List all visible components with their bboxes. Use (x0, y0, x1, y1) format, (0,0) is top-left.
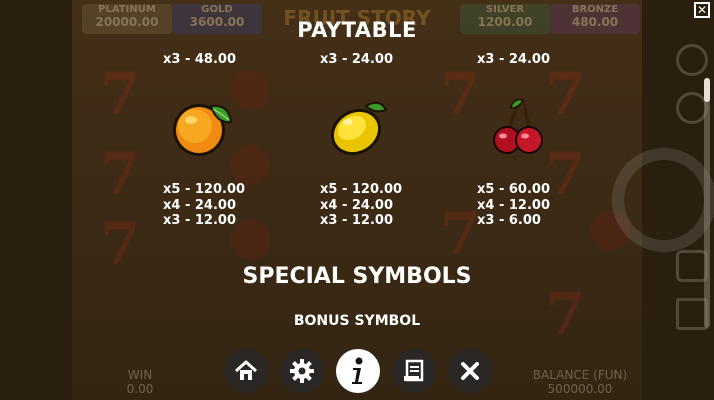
top-payout: x3 - 24.00 (320, 52, 393, 67)
bonus-symbol-label: BONUS SYMBOL (293, 313, 421, 329)
lemon-icon (326, 92, 396, 162)
payout-list: x5 - 120.00 x4 - 24.00 x3 - 12.00 (163, 182, 246, 228)
orange-icon (167, 92, 237, 162)
cherry-icon (483, 92, 553, 162)
payout-list: x5 - 120.00 x4 - 24.00 x3 - 12.00 (320, 182, 403, 228)
paytable-title: PAYTABLE (297, 18, 417, 42)
paytable-overlay: ✕ PAYTABLE x3 - 48.00 x5 - 120.00 x4 - 2… (0, 0, 714, 400)
close-icon (461, 362, 479, 380)
info-button[interactable] (336, 349, 380, 393)
payout-list: x5 - 60.00 x4 - 12.00 x3 - 6.00 (477, 182, 550, 228)
close-button[interactable] (448, 349, 492, 393)
scroll-icon (404, 359, 424, 382)
close-paytable-button[interactable]: ✕ (694, 2, 710, 18)
gear-icon (290, 359, 314, 383)
history-button[interactable] (392, 349, 436, 393)
info-icon (352, 357, 363, 384)
close-icon: ✕ (696, 3, 708, 17)
top-payout: x3 - 48.00 (163, 52, 236, 67)
special-symbols-heading: SPECIAL SYMBOLS (242, 264, 472, 289)
home-button[interactable] (224, 349, 268, 393)
home-icon (234, 360, 258, 380)
top-payout: x3 - 24.00 (477, 52, 550, 67)
settings-button[interactable] (280, 349, 324, 393)
